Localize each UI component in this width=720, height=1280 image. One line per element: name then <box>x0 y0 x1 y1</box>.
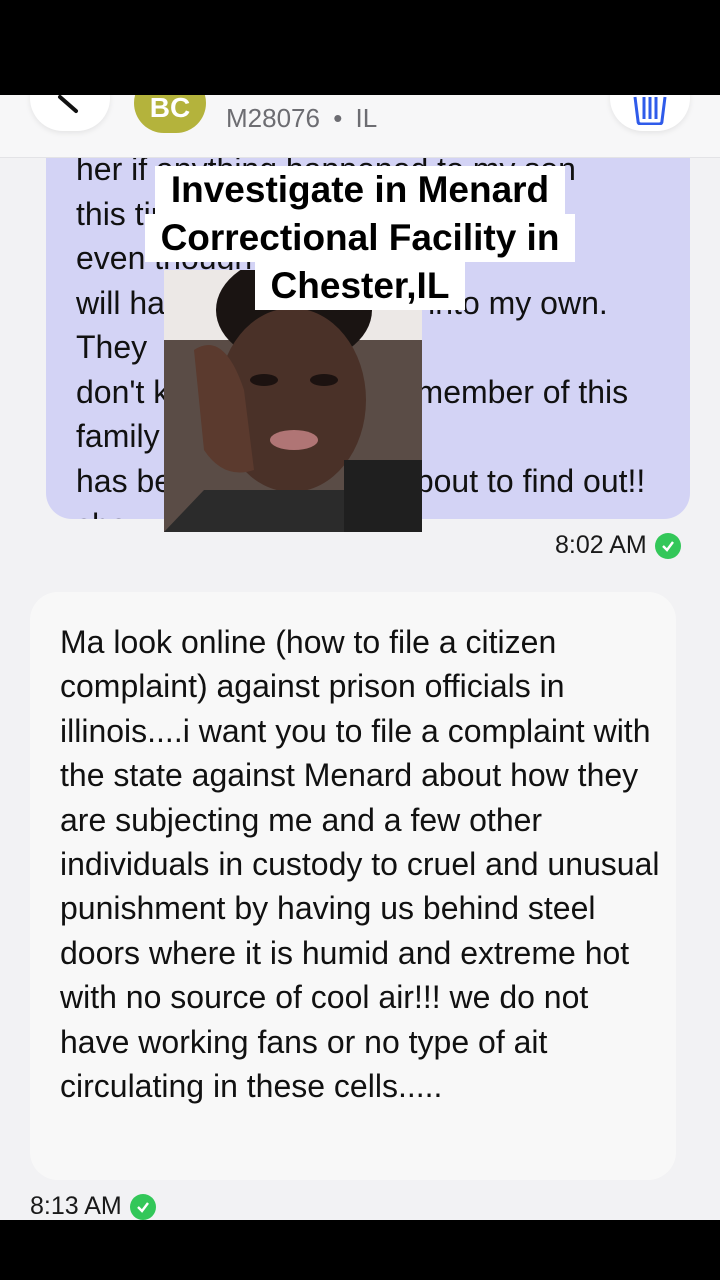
back-button[interactable] <box>30 95 110 131</box>
received-message-text: Ma look online (how to file a citizen co… <box>60 624 660 1105</box>
caption-line-1: Investigate in Menard <box>154 166 566 214</box>
delivered-check-icon <box>654 532 681 559</box>
sent-time: 8:02 AM <box>555 531 647 559</box>
contact-subtitle: M28076 • IL <box>226 103 377 134</box>
caption-overlay: Investigate in Menard Correctional Facil… <box>0 166 720 310</box>
contact-id: M28076 <box>226 103 320 133</box>
delivered-check-icon <box>129 1193 156 1220</box>
separator-dot: • <box>333 103 343 133</box>
avatar[interactable]: BC <box>134 95 206 133</box>
trash-icon <box>633 96 667 125</box>
chevron-left-icon <box>58 95 78 113</box>
received-time: 8:13 AM <box>30 1192 122 1220</box>
caption-line-3: Chester,IL <box>254 262 466 310</box>
received-message-bubble[interactable]: Ma look online (how to file a citizen co… <box>30 592 676 1180</box>
contact-state: IL <box>355 103 378 133</box>
delete-button[interactable] <box>610 95 690 131</box>
sent-message-timestamp: 8:02 AM <box>555 531 681 560</box>
received-message-timestamp: 8:13 AM <box>30 1192 156 1220</box>
chat-header: BC M28076 • IL <box>0 95 720 158</box>
caption-line-2: Correctional Facility in <box>144 214 576 262</box>
